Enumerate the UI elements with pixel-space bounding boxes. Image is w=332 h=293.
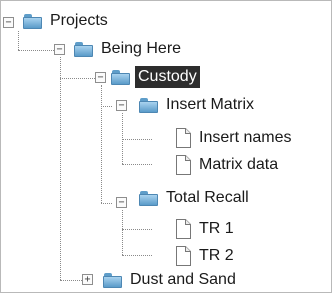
folder-icon <box>139 190 158 206</box>
tree-connector <box>122 210 123 255</box>
collapse-insert-matrix-button[interactable]: − <box>116 100 127 111</box>
expand-dust-and-sand-button[interactable]: + <box>82 274 93 285</box>
folder-icon <box>139 97 158 113</box>
tree-node-label-selected: Custody <box>135 66 200 88</box>
tree-node-being-here[interactable]: Being Here <box>74 37 184 61</box>
tree-node-label: Being Here <box>101 40 182 57</box>
tree-node-total-recall[interactable]: Total Recall <box>139 186 252 210</box>
tree-node-label: TR 2 <box>199 247 234 264</box>
tree-connector <box>122 255 152 256</box>
folder-icon <box>103 272 122 288</box>
tree-node-label: Dust and Sand <box>130 271 236 288</box>
tree-connector <box>60 280 82 281</box>
tree-node-projects[interactable]: Projects <box>23 9 111 33</box>
tree-node-tr-2[interactable]: TR 2 <box>175 244 237 268</box>
document-icon <box>176 246 191 266</box>
tree-node-tr-1[interactable]: TR 1 <box>175 217 237 241</box>
tree-node-label: Total Recall <box>166 189 249 206</box>
folder-icon <box>74 41 93 57</box>
tree-connector <box>101 106 112 107</box>
tree-connector <box>18 50 58 51</box>
folder-icon <box>23 13 42 29</box>
tree-node-dust-and-sand[interactable]: Dust and Sand <box>103 268 239 292</box>
tree-connector <box>101 85 102 203</box>
tree-connector <box>101 203 112 204</box>
tree-node-label: Insert names <box>199 129 292 146</box>
collapse-projects-button[interactable]: − <box>3 17 14 28</box>
collapse-custody-button[interactable]: − <box>95 72 106 83</box>
tree-node-label: TR 1 <box>199 220 234 237</box>
tree-connector <box>18 31 19 50</box>
document-icon <box>176 155 191 175</box>
collapse-being-here-button[interactable]: − <box>54 44 65 55</box>
document-icon <box>176 219 191 239</box>
tree-node-label: Matrix data <box>199 156 279 173</box>
tree-connector <box>122 139 152 140</box>
folder-icon <box>111 69 130 85</box>
tree-node-matrix-data[interactable]: Matrix data <box>175 153 281 177</box>
tree-view: − − − − − + Projects Being Here Custody … <box>0 0 332 293</box>
tree-node-insert-names[interactable]: Insert names <box>175 126 294 150</box>
tree-connector <box>122 164 152 165</box>
document-icon <box>176 128 191 148</box>
tree-connector <box>60 78 61 280</box>
tree-node-label: Projects <box>50 12 108 29</box>
tree-connector <box>122 229 152 230</box>
tree-connector <box>60 57 61 78</box>
tree-node-label: Insert Matrix <box>166 96 255 113</box>
collapse-total-recall-button[interactable]: − <box>116 197 127 208</box>
tree-node-insert-matrix[interactable]: Insert Matrix <box>139 93 257 117</box>
tree-node-custody[interactable]: Custody <box>111 65 200 89</box>
